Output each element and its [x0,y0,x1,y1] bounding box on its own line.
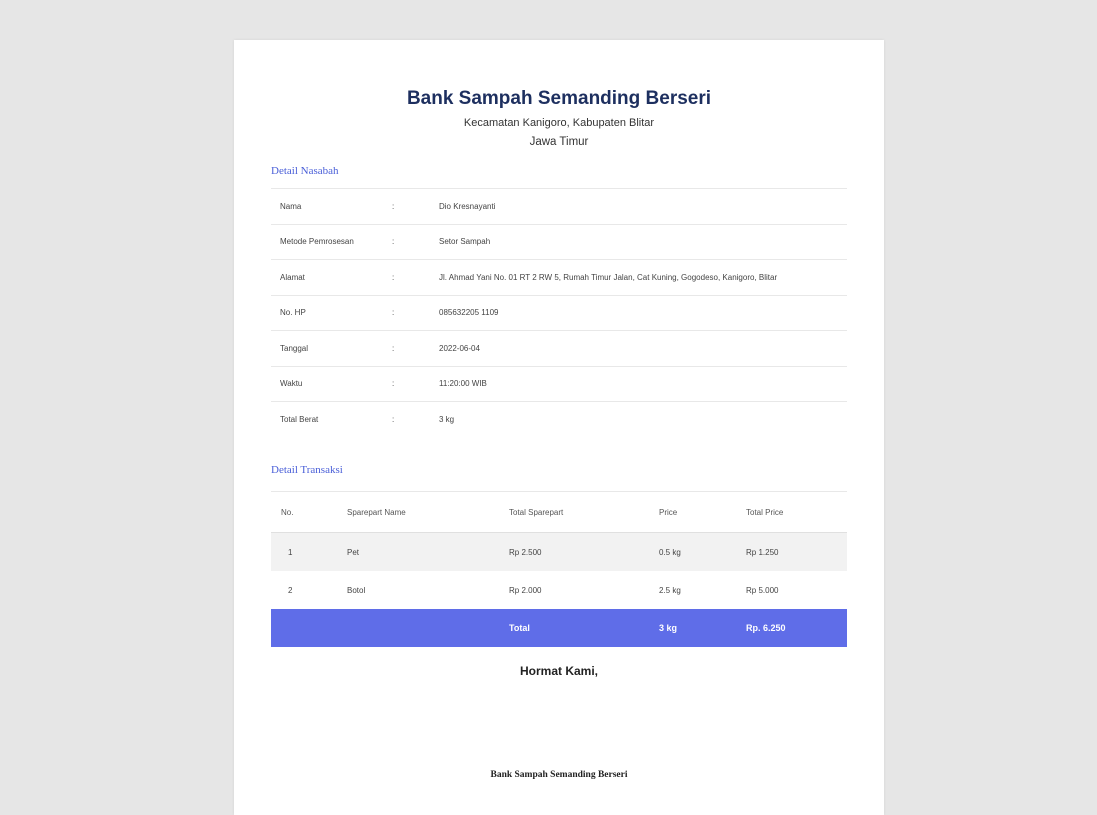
total-label: Total [508,609,658,647]
detail-separator: : [380,294,430,331]
detail-row: Metode Pemrosesan : Setor Sampah [271,223,847,260]
cell-total: Rp 2.500 [508,532,658,571]
detail-value: 11:20:00 WIB [430,365,847,402]
detail-row: Tanggal : 2022-06-04 [271,330,847,366]
total-weight: 3 kg [658,609,745,647]
detail-label: Alamat [271,259,380,295]
receipt-page: Bank Sampah Semanding Berseri Kecamatan … [234,40,884,815]
table-header-row: No. Sparepart Name Total Sparepart Price… [271,491,847,533]
total-empty-cell [346,609,508,647]
table-row: 2 Botol Rp 2.000 2.5 kg Rp 5.000 [271,571,847,609]
col-header-total: Total Sparepart [508,491,658,533]
cell-total-price: Rp 1.250 [745,532,847,571]
total-row: Total 3 kg Rp. 6.250 [271,609,847,647]
transaction-table: No. Sparepart Name Total Sparepart Price… [271,491,847,647]
total-amount: Rp. 6.250 [745,609,847,647]
detail-value: 3 kg [430,401,847,437]
detail-label: Nama [271,188,380,224]
detail-row: No. HP : 085632205 1109 [271,294,847,331]
detail-separator: : [380,223,430,260]
detail-separator: : [380,188,430,224]
col-header-price: Price [658,491,745,533]
cell-total: Rp 2.000 [509,585,542,595]
transaction-section-title: Detail Transaksi [271,464,343,476]
cell-no: 1 [271,532,346,571]
detail-separator: : [380,259,430,295]
total-empty-cell [271,609,346,647]
detail-label: No. HP [271,294,380,331]
col-header-name: Sparepart Name [346,491,508,533]
cell-no: 2 [288,585,293,595]
detail-separator: : [380,330,430,366]
detail-label: Metode Pemrosesan [271,223,380,260]
detail-separator: : [380,401,430,437]
cell-price: 0.5 kg [658,532,745,571]
col-header-no: No. [271,491,346,533]
detail-label: Tanggal [271,330,380,366]
detail-value: 085632205 1109 [430,294,847,331]
detail-row: Nama : Dio Kresnayanti [271,188,847,224]
cell-name: Botol [347,585,366,595]
customer-details-table: Nama : Dio Kresnayanti Metode Pemrosesan… [271,188,847,437]
detail-row: Waktu : 11:20:00 WIB [271,365,847,402]
signature-organization: Bank Sampah Semanding Berseri [490,770,628,780]
detail-separator: : [380,365,430,402]
customer-section-title: Detail Nasabah [271,165,339,177]
detail-label: Total Berat [271,401,380,437]
location-line-2: Jawa Timur [529,136,589,148]
detail-value: Dio Kresnayanti [430,188,847,224]
cell-name: Pet [346,532,508,571]
col-header-total-price: Total Price [745,491,847,533]
detail-row: Alamat : Jl. Ahmad Yani No. 01 RT 2 RW 5… [271,259,847,295]
detail-row: Total Berat : 3 kg [271,401,847,437]
detail-value: Jl. Ahmad Yani No. 01 RT 2 RW 5, Rumah T… [430,259,847,295]
closing-regards: Hormat Kami, [519,664,599,678]
detail-value: 2022-06-04 [430,330,847,366]
table-row: 1 Pet Rp 2.500 0.5 kg Rp 1.250 [271,532,847,571]
page-title: Bank Sampah Semanding Berseri [406,88,712,109]
cell-total-price: Rp 5.000 [746,585,779,595]
detail-label: Waktu [271,365,380,402]
cell-price: 2.5 kg [659,585,681,595]
detail-value: Setor Sampah [430,223,847,260]
location-line-1: Kecamatan Kanigoro, Kabupaten Blitar [463,117,655,129]
